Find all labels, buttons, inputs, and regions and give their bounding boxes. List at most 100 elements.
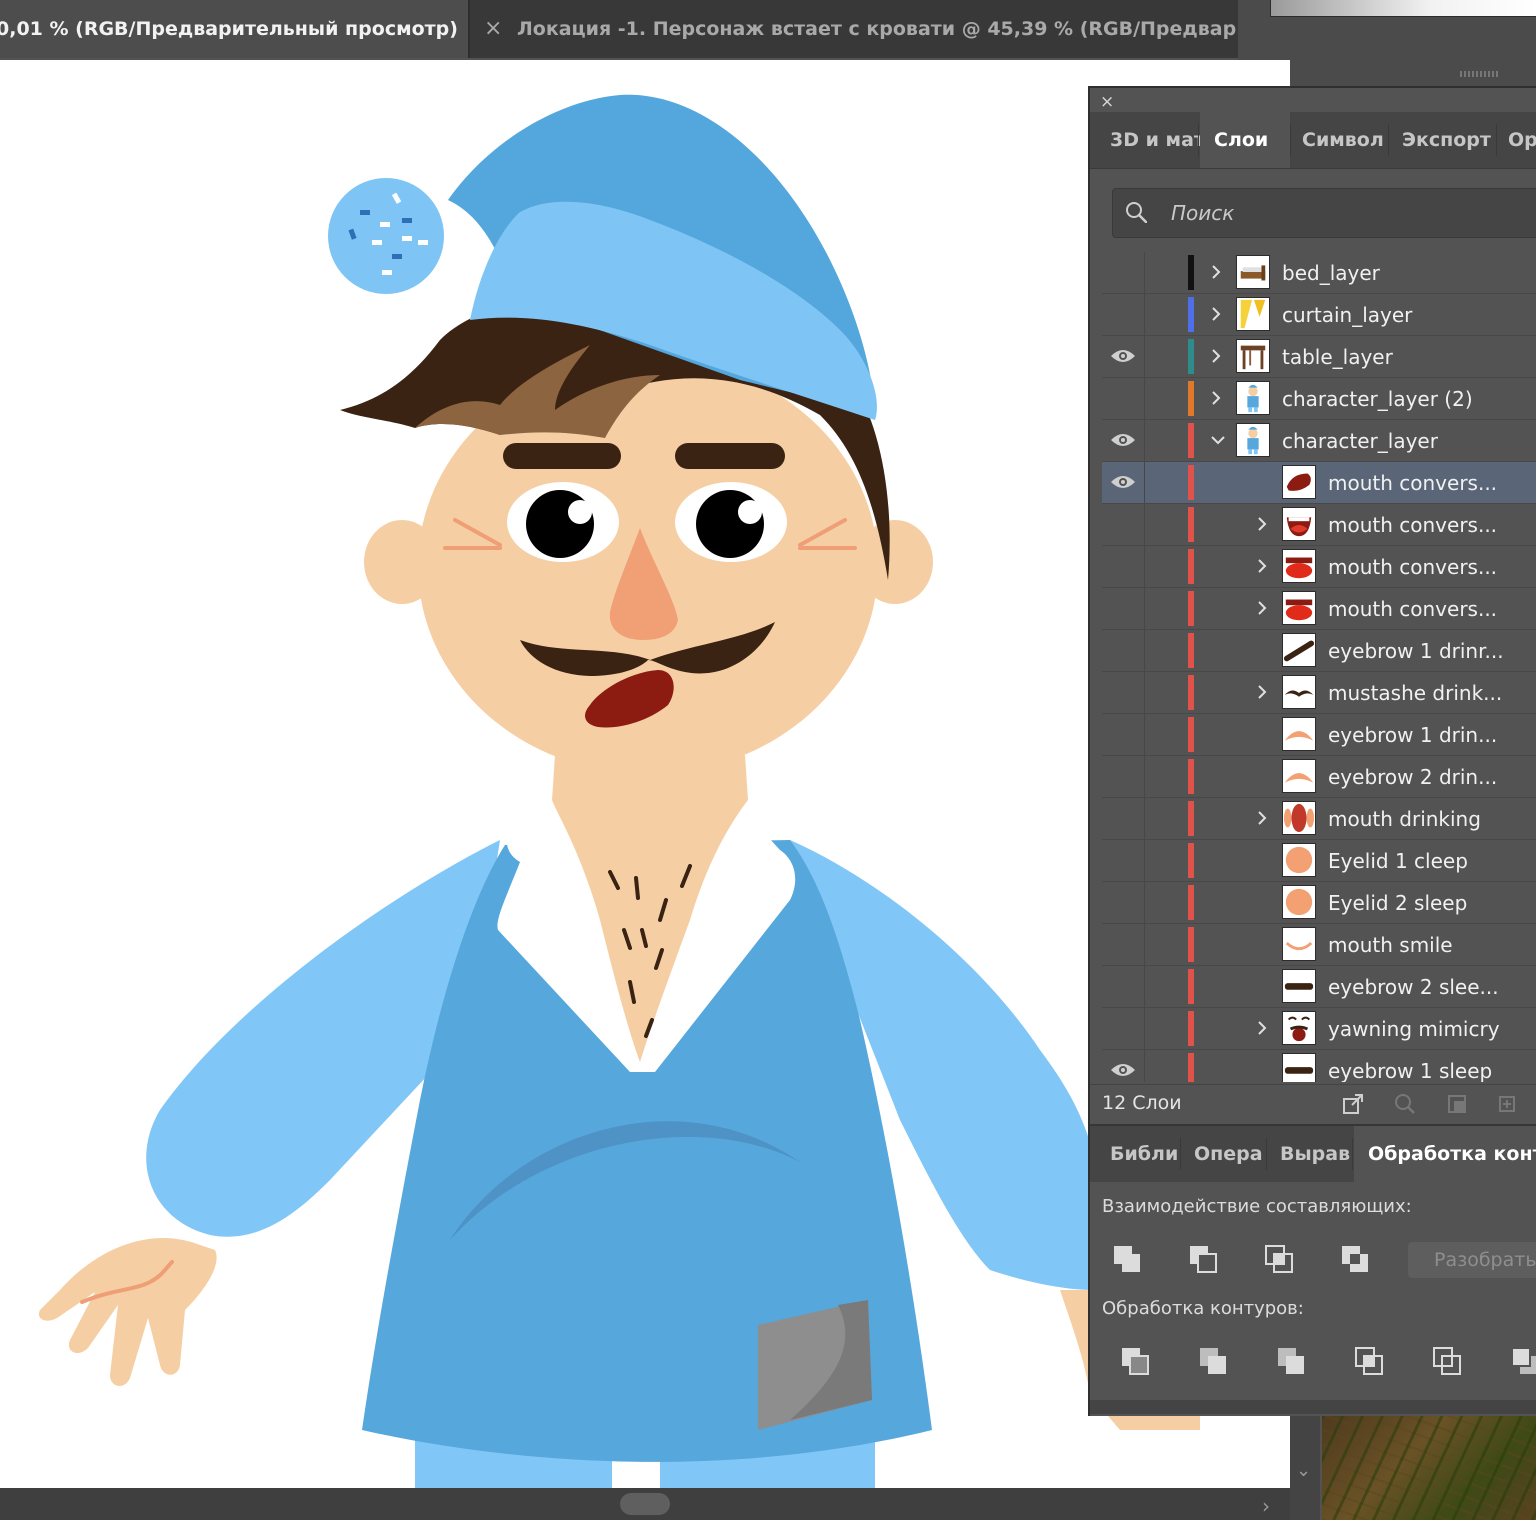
lock-column[interactable] — [1144, 882, 1145, 924]
document-tab-inactive[interactable]: × Локация -1. Персонаж встает с кровати … — [470, 0, 1238, 58]
lock-column[interactable] — [1144, 252, 1145, 294]
chevron-down-icon[interactable] — [1210, 432, 1225, 448]
visibility-eye-icon[interactable] — [1110, 683, 1136, 701]
layer-row[interactable]: mouth convers... — [1102, 588, 1536, 630]
lock-column[interactable] — [1144, 462, 1145, 504]
visibility-eye-icon[interactable] — [1110, 389, 1136, 407]
tab-export[interactable]: Экспорт — [1390, 112, 1494, 168]
visibility-eye-icon[interactable] — [1110, 515, 1136, 533]
layer-row[interactable]: mouth convers... — [1102, 504, 1536, 546]
visibility-eye-icon[interactable] — [1110, 977, 1136, 995]
layer-row[interactable]: eyebrow 1 drinr... — [1102, 630, 1536, 672]
layer-row[interactable]: character_layer (2) — [1102, 378, 1536, 420]
trim-icon[interactable] — [1198, 1346, 1228, 1376]
exclude-icon[interactable] — [1340, 1244, 1370, 1274]
layer-name[interactable]: mouth convers... — [1328, 546, 1497, 588]
visibility-eye-icon[interactable] — [1110, 935, 1136, 953]
lock-column[interactable] — [1144, 672, 1145, 714]
chevron-right-icon[interactable] — [1256, 810, 1268, 826]
layer-row[interactable]: eyebrow 1 sleep — [1102, 1050, 1536, 1082]
document-tab-active[interactable]: 0,01 % (RGB/Предварительный просмотр) — [0, 0, 468, 58]
tab-overflow[interactable]: Op — [1498, 112, 1536, 168]
minus-front-icon[interactable] — [1188, 1244, 1218, 1274]
tab-3d-materials[interactable]: 3D и мат — [1098, 112, 1210, 168]
layer-row[interactable]: eyebrow 2 slee... — [1102, 966, 1536, 1008]
visibility-eye-icon[interactable] — [1110, 347, 1136, 365]
scroll-right-icon[interactable]: › — [1262, 1494, 1270, 1518]
lock-column[interactable] — [1144, 924, 1145, 966]
expand-button[interactable]: Разобрать — [1408, 1242, 1536, 1278]
clipping-mask-icon[interactable] — [1446, 1093, 1468, 1115]
lock-column[interactable] — [1144, 798, 1145, 840]
chevron-right-icon[interactable] — [1256, 684, 1268, 700]
chevron-right-icon[interactable] — [1256, 558, 1268, 574]
visibility-eye-icon[interactable] — [1110, 725, 1136, 743]
layer-row[interactable]: curtain_layer — [1102, 294, 1536, 336]
divide-icon[interactable] — [1120, 1346, 1150, 1376]
tab-pathfinder[interactable]: Обработка конту — [1354, 1126, 1536, 1182]
layer-name[interactable]: mouth smile — [1328, 924, 1453, 966]
chevron-right-icon[interactable] — [1210, 390, 1222, 406]
layer-name[interactable]: yawning mimicry — [1328, 1008, 1500, 1050]
layer-name[interactable]: curtain_layer — [1282, 294, 1412, 336]
layer-row[interactable]: yawning mimicry — [1102, 1008, 1536, 1050]
layer-row[interactable]: mouth smile — [1102, 924, 1536, 966]
lock-column[interactable] — [1144, 966, 1145, 1008]
lock-column[interactable] — [1144, 1008, 1145, 1050]
visibility-eye-icon[interactable] — [1110, 557, 1136, 575]
lock-column[interactable] — [1144, 546, 1145, 588]
layer-name[interactable]: eyebrow 2 drin... — [1328, 756, 1497, 798]
layer-name[interactable]: mouth drinking — [1328, 798, 1481, 840]
lock-column[interactable] — [1144, 1050, 1145, 1082]
layer-row[interactable]: Eyelid 1 cleep — [1102, 840, 1536, 882]
layer-name[interactable]: character_layer (2) — [1282, 378, 1473, 420]
outline-icon[interactable] — [1432, 1346, 1462, 1376]
unite-icon[interactable] — [1112, 1244, 1142, 1274]
tab-layers[interactable]: Слои — [1200, 112, 1290, 168]
tab-operations[interactable]: Опера — [1182, 1126, 1266, 1182]
layer-row[interactable]: eyebrow 2 drin... — [1102, 756, 1536, 798]
layer-row[interactable]: mustashe drink... — [1102, 672, 1536, 714]
chevron-right-icon[interactable] — [1210, 306, 1222, 322]
layer-row[interactable]: Eyelid 2 sleep — [1102, 882, 1536, 924]
chevron-right-icon[interactable] — [1210, 264, 1222, 280]
chevron-right-icon[interactable] — [1256, 600, 1268, 616]
layer-row[interactable]: mouth convers... — [1102, 462, 1536, 504]
layer-row[interactable]: eyebrow 1 drin... — [1102, 714, 1536, 756]
layer-row[interactable]: table_layer — [1102, 336, 1536, 378]
layer-name[interactable]: bed_layer — [1282, 252, 1380, 294]
visibility-eye-icon[interactable] — [1110, 1061, 1136, 1079]
export-icon[interactable] — [1342, 1093, 1364, 1115]
locate-object-icon[interactable] — [1394, 1093, 1416, 1115]
tab-symbols[interactable]: Символ — [1292, 112, 1384, 168]
lock-column[interactable] — [1144, 630, 1145, 672]
layer-name[interactable]: eyebrow 1 sleep — [1328, 1050, 1492, 1082]
close-tab-icon[interactable]: × — [484, 0, 502, 58]
visibility-eye-icon[interactable] — [1110, 851, 1136, 869]
lock-column[interactable] — [1144, 294, 1145, 336]
layer-name[interactable]: mouth convers... — [1328, 462, 1497, 504]
gradient-swatch[interactable] — [1270, 0, 1536, 17]
layer-name[interactable]: mouth convers... — [1328, 504, 1497, 546]
layer-row[interactable]: mouth convers... — [1102, 546, 1536, 588]
visibility-eye-icon[interactable] — [1110, 599, 1136, 617]
lock-column[interactable] — [1144, 840, 1145, 882]
layer-row[interactable]: mouth drinking — [1102, 798, 1536, 840]
layer-name[interactable]: Eyelid 1 cleep — [1328, 840, 1468, 882]
visibility-eye-icon[interactable] — [1110, 263, 1136, 281]
new-sublayer-icon[interactable] — [1494, 1093, 1516, 1115]
layer-row[interactable]: bed_layer — [1102, 252, 1536, 294]
layer-name[interactable]: mouth convers... — [1328, 588, 1497, 630]
chevron-right-icon[interactable] — [1256, 516, 1268, 532]
merge-icon[interactable] — [1276, 1346, 1306, 1376]
lock-column[interactable] — [1144, 336, 1145, 378]
scroll-down-icon[interactable]: ⌄ — [1296, 1460, 1311, 1481]
crop-icon[interactable] — [1354, 1346, 1384, 1376]
tab-libraries[interactable]: Библи — [1098, 1126, 1180, 1182]
visibility-eye-icon[interactable] — [1110, 767, 1136, 785]
layer-name[interactable]: eyebrow 2 slee... — [1328, 966, 1499, 1008]
lock-column[interactable] — [1144, 588, 1145, 630]
layer-name[interactable]: character_layer — [1282, 420, 1438, 462]
chevron-right-icon[interactable] — [1210, 348, 1222, 364]
tab-align[interactable]: Вырав — [1268, 1126, 1350, 1182]
